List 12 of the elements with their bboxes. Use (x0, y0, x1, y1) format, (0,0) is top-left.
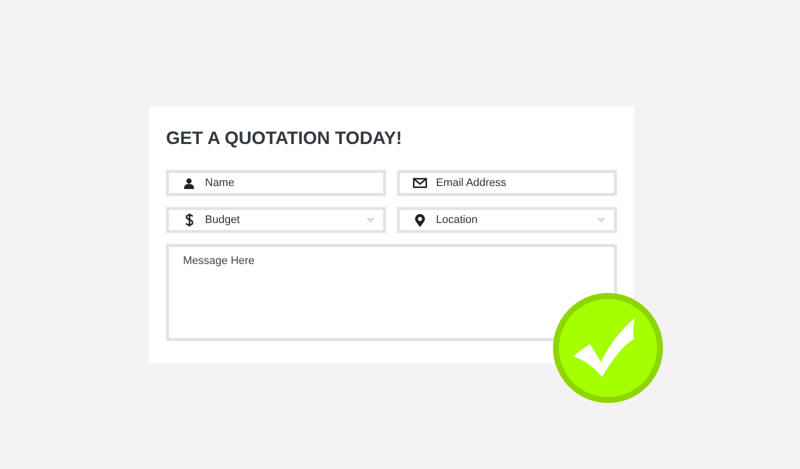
envelope-icon (413, 178, 427, 188)
select-field[interactable]: Location (397, 207, 617, 233)
form-title: GET A QUOTATION TODAY! (166, 128, 402, 148)
message-field[interactable]: Message Here (166, 244, 617, 341)
map-pin-icon (415, 214, 425, 226)
dropdown-caret-icon (366, 218, 375, 223)
select-field[interactable]: Budget (166, 207, 386, 233)
dollar-icon (184, 213, 194, 227)
dropdown-caret-icon (597, 218, 606, 223)
user-icon (184, 178, 194, 188)
input-field[interactable]: Name (166, 170, 386, 196)
input-field[interactable]: Email Address (397, 170, 617, 196)
